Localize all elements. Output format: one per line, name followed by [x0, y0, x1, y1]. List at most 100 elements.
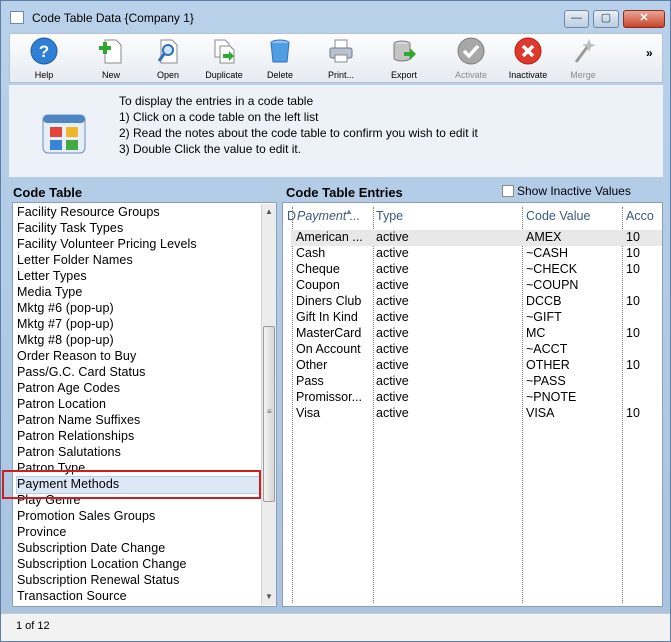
- cell-type[interactable]: active: [376, 406, 409, 420]
- highlight-annotation-box: [2, 470, 261, 499]
- cell-payment[interactable]: Visa: [296, 406, 320, 420]
- cell-payment[interactable]: Coupon: [296, 278, 340, 292]
- list-item[interactable]: Mktg #8 (pop-up): [17, 333, 114, 347]
- list-item[interactable]: Facility Task Types: [17, 221, 123, 235]
- cell-code[interactable]: AMEX: [526, 230, 561, 244]
- list-item[interactable]: Letter Types: [17, 269, 87, 283]
- cell-code[interactable]: MC: [526, 326, 545, 340]
- list-item[interactable]: Subscription Date Change: [17, 541, 165, 555]
- list-item[interactable]: Subscription Location Change: [17, 557, 187, 571]
- cell-payment[interactable]: Cheque: [296, 262, 340, 276]
- duplicate-button[interactable]: Duplicate: [195, 36, 253, 82]
- cell-code[interactable]: ~PNOTE: [526, 390, 576, 404]
- help-button[interactable]: ? Help: [15, 36, 73, 82]
- show-inactive-checkbox[interactable]: [502, 185, 514, 197]
- list-item[interactable]: Patron Relationships: [17, 429, 134, 443]
- cell-payment[interactable]: Gift In Kind: [296, 310, 358, 324]
- cell-type[interactable]: active: [376, 262, 409, 276]
- cell-payment[interactable]: On Account: [296, 342, 361, 356]
- new-button[interactable]: New: [82, 36, 140, 82]
- cell-type[interactable]: active: [376, 374, 409, 388]
- list-item[interactable]: Patron Salutations: [17, 445, 121, 459]
- code-table-list[interactable]: Facility Resource Groups Facility Task T…: [12, 202, 277, 607]
- show-inactive-toggle[interactable]: Show Inactive Values: [502, 184, 631, 198]
- cell-type[interactable]: active: [376, 390, 409, 404]
- cell-account[interactable]: 10: [626, 230, 640, 244]
- cell-type[interactable]: active: [376, 342, 409, 356]
- list-item[interactable]: Promotion Sales Groups: [17, 509, 155, 523]
- cell-code[interactable]: ~CASH: [526, 246, 568, 260]
- cell-account[interactable]: 10: [626, 246, 640, 260]
- scroll-thumb[interactable]: ≡: [263, 326, 275, 502]
- duplicate-icon: [214, 39, 235, 64]
- list-item[interactable]: Letter Folder Names: [17, 253, 133, 267]
- cell-code[interactable]: OTHER: [526, 358, 570, 372]
- list-item[interactable]: Pass/G.C. Card Status: [17, 365, 146, 379]
- cell-type[interactable]: active: [376, 358, 409, 372]
- list-item[interactable]: Order Reason to Buy: [17, 349, 136, 363]
- cell-code[interactable]: ~COUPN: [526, 278, 578, 292]
- column-divider: [292, 207, 293, 603]
- open-button[interactable]: Open: [139, 36, 197, 82]
- close-button[interactable]: ✕: [623, 10, 665, 28]
- cell-type[interactable]: active: [376, 278, 409, 292]
- merge-button[interactable]: Merge: [554, 36, 612, 82]
- column-header-payment[interactable]: ▲ Payment ...: [297, 207, 360, 223]
- cell-code[interactable]: DCCB: [526, 294, 561, 308]
- cell-account[interactable]: 10: [626, 294, 640, 308]
- column-header-type[interactable]: Type: [376, 209, 403, 223]
- activate-icon: [457, 37, 485, 65]
- column-header-code-value[interactable]: Code Value: [526, 209, 590, 223]
- cell-account[interactable]: 10: [626, 406, 640, 420]
- cell-account[interactable]: 10: [626, 326, 640, 340]
- cell-code[interactable]: ~GIFT: [526, 310, 562, 324]
- export-button[interactable]: Export: [375, 36, 433, 82]
- cell-type[interactable]: active: [376, 326, 409, 340]
- list-item[interactable]: Mktg #7 (pop-up): [17, 317, 114, 331]
- list-item[interactable]: Patron Location: [17, 397, 106, 411]
- cell-account[interactable]: 10: [626, 358, 640, 372]
- column-header-account[interactable]: Acco: [626, 209, 654, 223]
- list-item[interactable]: Patron Name Suffixes: [17, 413, 140, 427]
- column-divider: [622, 207, 623, 603]
- cell-payment[interactable]: Cash: [296, 246, 325, 260]
- cell-code[interactable]: ~PASS: [526, 374, 566, 388]
- cell-type[interactable]: active: [376, 310, 409, 324]
- cell-payment[interactable]: Pass: [296, 374, 324, 388]
- list-item[interactable]: Transaction Source: [17, 589, 127, 603]
- list-item[interactable]: Patron Age Codes: [17, 381, 120, 395]
- cell-payment[interactable]: Diners Club: [296, 294, 361, 308]
- cell-type[interactable]: active: [376, 246, 409, 260]
- list-item[interactable]: Province: [17, 525, 66, 539]
- cell-code[interactable]: ~CHECK: [526, 262, 577, 276]
- title-bar[interactable]: Code Table Data {Company 1} — ▢ ✕: [1, 1, 670, 33]
- minimize-button[interactable]: —: [564, 10, 589, 28]
- list-item[interactable]: Facility Volunteer Pricing Levels: [17, 237, 197, 251]
- duplicate-label: Duplicate: [205, 70, 243, 80]
- toolbar-overflow-button[interactable]: »: [646, 46, 653, 60]
- code-table-entries-grid[interactable]: D ▲ Payment ... Type Code Value Acco Ame…: [282, 202, 663, 607]
- instructions-panel: To display the entries in a code table 1…: [9, 85, 663, 177]
- cell-payment[interactable]: Other: [296, 358, 327, 372]
- cell-payment[interactable]: MasterCard: [296, 326, 361, 340]
- cell-type[interactable]: active: [376, 230, 409, 244]
- activate-button[interactable]: Activate: [442, 36, 500, 82]
- list-item[interactable]: Media Type: [17, 285, 82, 299]
- scroll-up-icon[interactable]: ▲: [265, 207, 273, 216]
- delete-button[interactable]: Delete: [251, 36, 309, 82]
- list-item[interactable]: Subscription Renewal Status: [17, 573, 180, 587]
- cell-payment[interactable]: Promissor...: [296, 390, 362, 404]
- cell-payment[interactable]: American ...: [296, 230, 363, 244]
- new-label: New: [101, 70, 120, 80]
- scroll-down-icon[interactable]: ▼: [265, 592, 273, 601]
- list-item[interactable]: Facility Resource Groups: [17, 205, 160, 219]
- cell-code[interactable]: ~ACCT: [526, 342, 567, 356]
- list-item[interactable]: Mktg #6 (pop-up): [17, 301, 114, 315]
- cell-account[interactable]: 10: [626, 262, 640, 276]
- inactivate-button[interactable]: Inactivate: [499, 36, 557, 82]
- maximize-button[interactable]: ▢: [593, 10, 619, 28]
- print-button[interactable]: Print...: [312, 36, 370, 82]
- cell-type[interactable]: active: [376, 294, 409, 308]
- cell-code[interactable]: VISA: [526, 406, 555, 420]
- left-vertical-scrollbar[interactable]: ▲ ≡ ▼: [261, 204, 276, 605]
